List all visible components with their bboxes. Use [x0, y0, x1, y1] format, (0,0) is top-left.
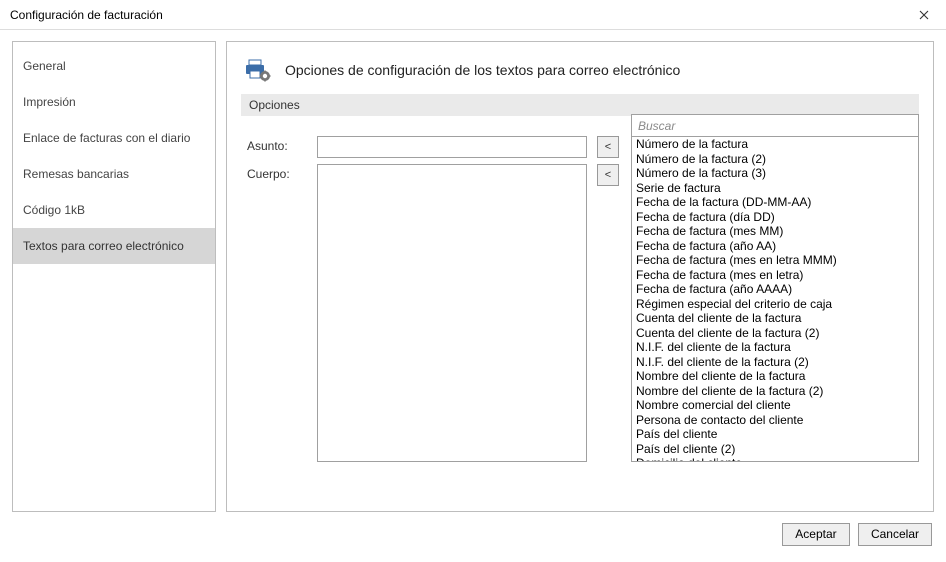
- close-button[interactable]: [902, 0, 946, 30]
- field-list-item[interactable]: Número de la factura (3): [632, 166, 918, 181]
- dialog-content: General Impresión Enlace de facturas con…: [0, 30, 946, 520]
- sidebar-nav: General Impresión Enlace de facturas con…: [12, 41, 216, 512]
- chevron-left-icon: <: [605, 141, 611, 153]
- field-list-item[interactable]: Fecha de factura (año AAAA): [632, 282, 918, 297]
- field-list-item[interactable]: Nombre del cliente de la factura (2): [632, 384, 918, 399]
- sidebar-item-impresion[interactable]: Impresión: [13, 84, 215, 120]
- sidebar-item-label: Remesas bancarias: [23, 167, 129, 181]
- field-list-item[interactable]: Fecha de la factura (DD-MM-AA): [632, 195, 918, 210]
- field-list-item[interactable]: País del cliente (2): [632, 442, 918, 457]
- form-grid: Asunto: < Número de la facturaNúmero de …: [241, 136, 919, 462]
- sidebar-item-label: Enlace de facturas con el diario: [23, 131, 190, 145]
- field-list-item[interactable]: Número de la factura: [632, 137, 918, 152]
- insert-into-subject-button[interactable]: <: [597, 136, 619, 158]
- sidebar-item-enlace[interactable]: Enlace de facturas con el diario: [13, 120, 215, 156]
- field-listbox[interactable]: Número de la facturaNúmero de la factura…: [631, 136, 919, 462]
- field-list-item[interactable]: Fecha de factura (mes en letra MMM): [632, 253, 918, 268]
- main-panel: Opciones de configuración de los textos …: [226, 41, 934, 512]
- field-list-item[interactable]: Número de la factura (2): [632, 152, 918, 167]
- dialog-footer: Aceptar Cancelar: [0, 520, 946, 554]
- field-list-item[interactable]: Domicilio del cliente: [632, 456, 918, 462]
- titlebar: Configuración de facturación: [0, 0, 946, 30]
- field-search-input[interactable]: [631, 114, 919, 136]
- field-list-item[interactable]: Régimen especial del criterio de caja: [632, 297, 918, 312]
- field-picker: Número de la facturaNúmero de la factura…: [631, 114, 919, 462]
- sidebar-item-label: Impresión: [23, 95, 76, 109]
- field-list-item[interactable]: Cuenta del cliente de la factura (2): [632, 326, 918, 341]
- subject-input[interactable]: [317, 136, 587, 158]
- panel-heading: Opciones de configuración de los textos …: [285, 62, 680, 78]
- sidebar-item-general[interactable]: General: [13, 48, 215, 84]
- field-list-item[interactable]: País del cliente: [632, 427, 918, 442]
- field-list-item[interactable]: Fecha de factura (mes en letra): [632, 268, 918, 283]
- field-list-item[interactable]: Cuenta del cliente de la factura: [632, 311, 918, 326]
- field-list-item[interactable]: Fecha de factura (año AA): [632, 239, 918, 254]
- field-list-item[interactable]: Nombre del cliente de la factura: [632, 369, 918, 384]
- printer-settings-icon: [245, 58, 271, 82]
- subject-label: Asunto:: [247, 136, 307, 153]
- sidebar-item-textos-correo[interactable]: Textos para correo electrónico: [13, 228, 215, 264]
- field-list-item[interactable]: Fecha de factura (día DD): [632, 210, 918, 225]
- sidebar-item-label: Código 1kB: [23, 203, 85, 217]
- field-list-item[interactable]: N.I.F. del cliente de la factura: [632, 340, 918, 355]
- field-list-item[interactable]: Nombre comercial del cliente: [632, 398, 918, 413]
- field-list-item[interactable]: Fecha de factura (mes MM): [632, 224, 918, 239]
- field-list-item[interactable]: N.I.F. del cliente de la factura (2): [632, 355, 918, 370]
- section-header-opciones: Opciones: [241, 94, 919, 116]
- sidebar-item-codigo1kb[interactable]: Código 1kB: [13, 192, 215, 228]
- panel-header: Opciones de configuración de los textos …: [241, 52, 919, 94]
- field-list-item[interactable]: Serie de factura: [632, 181, 918, 196]
- window-title: Configuración de facturación: [10, 8, 902, 22]
- sidebar-item-remesas[interactable]: Remesas bancarias: [13, 156, 215, 192]
- field-list-item[interactable]: Persona de contacto del cliente: [632, 413, 918, 428]
- body-textarea[interactable]: [318, 165, 586, 461]
- sidebar-item-label: General: [23, 59, 66, 73]
- insert-into-body-button[interactable]: <: [597, 164, 619, 186]
- sidebar-item-label: Textos para correo electrónico: [23, 239, 184, 253]
- chevron-left-icon: <: [605, 169, 611, 181]
- body-label: Cuerpo:: [247, 164, 307, 181]
- close-icon: [919, 7, 929, 23]
- cancel-button[interactable]: Cancelar: [858, 523, 932, 546]
- accept-button[interactable]: Aceptar: [782, 523, 850, 546]
